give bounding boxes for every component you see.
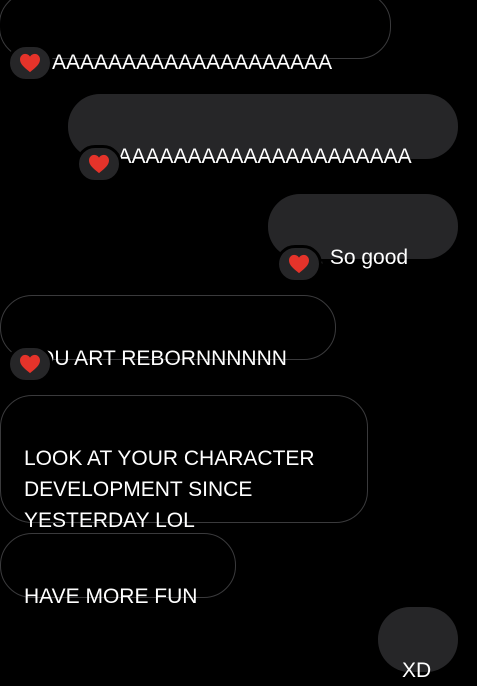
message-text: XD: [402, 659, 432, 682]
message-bubble-incoming[interactable]: YOU ART REBORNNNNNN: [0, 295, 336, 370]
heart-icon: [289, 254, 309, 274]
message-bubble-outgoing[interactable]: YAAAAAAAAAAAAAAAAAAAAAA: [68, 94, 458, 168]
heart-icon: [89, 154, 109, 174]
message-bubble-incoming[interactable]: LOOK AT YOUR CHARACTER DEVELOPMENT SINCE…: [0, 395, 368, 532]
message-text: HAVE MORE FUN: [24, 585, 198, 608]
heart-reaction[interactable]: [76, 145, 122, 183]
message-bubble-incoming[interactable]: AAAAAAAAAAAAAAAAAAAAAA: [0, 0, 391, 74]
message-text: AAAAAAAAAAAAAAAAAAAAAA: [24, 51, 333, 74]
message-bubble-outgoing[interactable]: XD: [378, 607, 458, 682]
heart-reaction[interactable]: [7, 345, 53, 383]
heart-reaction[interactable]: [7, 44, 53, 82]
message-text: YAAAAAAAAAAAAAAAAAAAAAA: [91, 145, 412, 168]
heart-reaction[interactable]: [276, 245, 322, 283]
message-bubble-incoming[interactable]: HAVE MORE FUN: [0, 533, 236, 608]
heart-icon: [20, 354, 40, 374]
message-text: LOOK AT YOUR CHARACTER DEVELOPMENT SINCE…: [24, 447, 315, 532]
heart-icon: [20, 53, 40, 73]
dm-thread: { "messages": [ { "direction": "incoming…: [0, 0, 477, 682]
message-text: YOU ART REBORNNNNNN: [24, 347, 287, 370]
